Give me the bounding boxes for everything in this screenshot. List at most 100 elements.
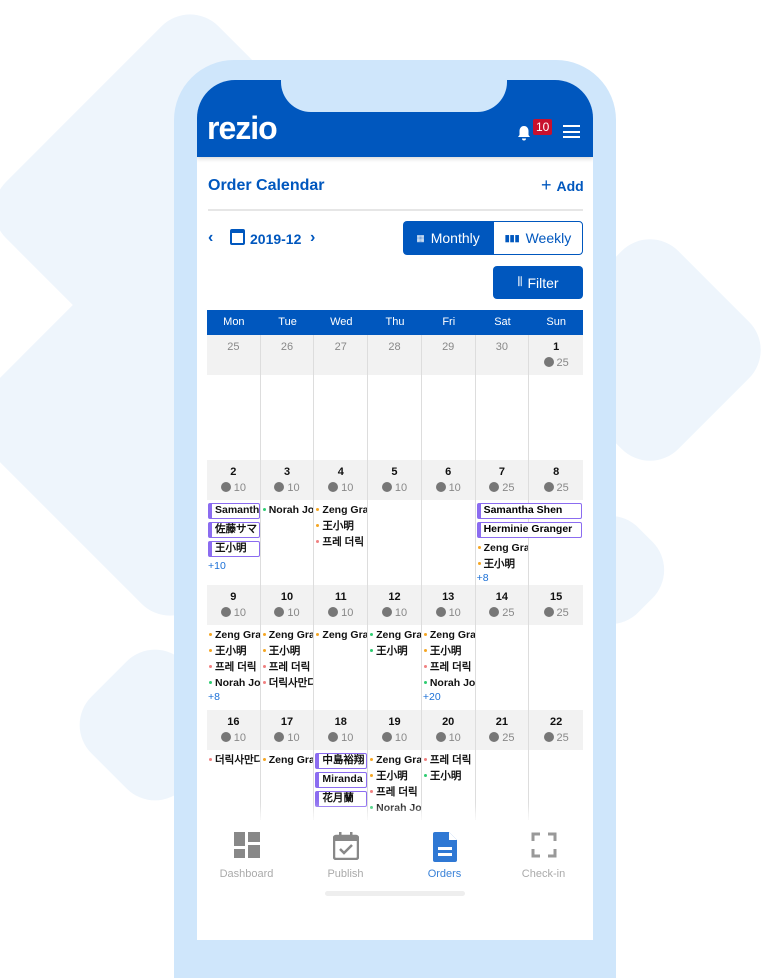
day-cell[interactable]: 15 25: [529, 585, 583, 710]
capacity-count: 10: [448, 607, 461, 619]
event-item[interactable]: 王小明: [423, 768, 475, 784]
multi-day-event[interactable]: Herminie Granger: [476, 522, 582, 538]
day-cell[interactable]: 3 10 Norah Jo: [261, 460, 315, 585]
event-item[interactable]: 王小明: [477, 556, 529, 572]
day-cell[interactable]: 28: [368, 335, 422, 460]
day-cell[interactable]: 12 10 Zeng Gra 王小明: [368, 585, 422, 710]
event-item[interactable]: 프레 더릭: [369, 784, 421, 800]
event-item[interactable]: 프레 더릭: [423, 752, 475, 768]
day-cell[interactable]: 27: [314, 335, 369, 460]
day-cell[interactable]: 29: [422, 335, 476, 460]
next-month-button[interactable]: ›: [310, 229, 315, 247]
day-cell[interactable]: 6 10: [422, 460, 476, 585]
day-cell[interactable]: 19 10 Zeng Gra 王小明 프레 더릭 Norah Jo: [368, 710, 422, 835]
capacity: 10: [422, 482, 475, 494]
nav-item-check-in[interactable]: Check-in: [494, 832, 593, 880]
event-item[interactable]: Zeng Gra: [208, 627, 260, 643]
hamburger-menu-icon[interactable]: [563, 125, 580, 138]
event-item[interactable]: Zeng Gra: [315, 502, 367, 518]
event-item[interactable]: Zeng Gra: [369, 752, 421, 768]
day-cell[interactable]: 1 25: [529, 335, 583, 460]
event-item[interactable]: Zeng Gra: [477, 540, 528, 556]
status-dot: [209, 648, 212, 652]
event-item[interactable]: Norah Jo: [369, 800, 421, 816]
day-number: 25: [227, 341, 240, 353]
capacity-count: 10: [233, 607, 246, 619]
event-item[interactable]: 王小明: [208, 643, 260, 659]
event-item[interactable]: 프레 더릭: [423, 659, 475, 675]
event-block[interactable]: Samanth: [208, 503, 260, 519]
event-item[interactable]: 王小明: [369, 643, 421, 659]
prev-month-button[interactable]: ‹: [208, 229, 213, 247]
event-item[interactable]: 王小明: [423, 643, 475, 659]
event-item[interactable]: 더릭사만다: [208, 752, 260, 768]
capacity-count: 25: [502, 482, 515, 494]
event-block[interactable]: 花月蘭: [315, 791, 368, 807]
bell-icon[interactable]: [515, 124, 533, 142]
day-cell[interactable]: 20 10 프레 더릭 王小明: [422, 710, 476, 835]
more-events-link[interactable]: +10: [208, 560, 260, 572]
event-item[interactable]: Norah Jo: [423, 675, 475, 691]
day-cell[interactable]: 13 10 Zeng Gra 王小明 프레 더릭 Norah Jo +20: [422, 585, 476, 710]
event-item[interactable]: Zeng Gra: [369, 627, 421, 643]
multi-day-event[interactable]: Samantha Shen: [476, 503, 582, 519]
user-icon: [381, 607, 392, 617]
day-cell[interactable]: 5 10: [368, 460, 422, 585]
event-item[interactable]: Norah Jo: [262, 502, 313, 518]
day-cell[interactable]: 2 10 Samanth 佐藤サマ 王小明 +10: [207, 460, 261, 585]
day-cell[interactable]: 21 25: [476, 710, 530, 835]
event-block[interactable]: 佐藤サマ: [208, 522, 260, 538]
more-events-link[interactable]: +20: [423, 691, 475, 703]
day-number: 26: [280, 341, 294, 353]
day-cell[interactable]: 25: [207, 335, 261, 460]
capacity-count: 25: [556, 357, 569, 369]
event-item[interactable]: 프레 더릭: [262, 659, 314, 675]
current-month[interactable]: 2019-12: [250, 231, 301, 247]
event-item[interactable]: 王小明: [315, 518, 367, 534]
event-item[interactable]: 王小明: [262, 643, 314, 659]
day-number: 30: [495, 341, 509, 353]
event-item[interactable]: Norah Jo: [208, 675, 260, 691]
day-cell[interactable]: 9 10 Zeng Gra 王小明 프레 더릭 Norah Jo +8: [207, 585, 261, 710]
nav-item-orders[interactable]: Orders: [395, 832, 494, 880]
day-cell[interactable]: 18 10 中島裕翔 Miranda 花月蘭: [314, 710, 369, 835]
add-button[interactable]: + Add: [541, 175, 584, 196]
day-cell[interactable]: 26: [261, 335, 315, 460]
status-dot: [209, 757, 212, 761]
day-cell[interactable]: 14 25: [476, 585, 530, 710]
weekly-view-button[interactable]: ▮▮▮ Weekly: [493, 221, 583, 255]
calendar-week: 2 10 Samanth 佐藤サマ 王小明 +10 3 10 Norah Jo 4 10 Zeng G…: [207, 460, 583, 585]
app-screen: rezio 10 Order Calendar + Add ‹ 2019-12 …: [197, 80, 593, 940]
event-item[interactable]: Zeng Gra: [262, 627, 313, 643]
event-item[interactable]: 王小明: [369, 768, 421, 784]
day-cell[interactable]: 22 25: [529, 710, 583, 835]
nav-item-publish[interactable]: Publish: [296, 832, 395, 880]
day-cell[interactable]: 30: [476, 335, 530, 460]
event-item[interactable]: Zeng Gra: [315, 627, 367, 643]
more-events-link[interactable]: +8: [477, 572, 529, 584]
nav-item-dashboard[interactable]: Dashboard: [197, 832, 296, 880]
day-cell[interactable]: 10 10 Zeng Gra 王小明 프레 더릭 더릭사만다: [261, 585, 315, 710]
day-cell[interactable]: 11 10 Zeng Gra: [314, 585, 369, 710]
event-name: 프레 더릭: [429, 754, 472, 766]
day-cell[interactable]: 4 10 Zeng Gra 王小明 프레 더릭: [314, 460, 369, 585]
event-item[interactable]: 더릭사만다: [262, 675, 313, 691]
event-item[interactable]: 프레 더릭: [315, 534, 367, 550]
day-cell[interactable]: 16 10 더릭사만다: [207, 710, 261, 835]
event-item[interactable]: Zeng Gra: [262, 752, 313, 768]
more-events-link[interactable]: +8: [208, 691, 260, 703]
event-block[interactable]: 王小明: [208, 541, 260, 557]
event-name: 王小明: [215, 645, 247, 657]
calendar-week: 9 10 Zeng Gra 王小明 프레 더릭 Norah Jo +8 10 10 Zeng Gr…: [207, 585, 583, 710]
filter-button[interactable]: ⫼ Filter: [493, 266, 583, 299]
event-item[interactable]: Zeng Gra: [423, 627, 475, 643]
event-name: Zeng Gra: [376, 629, 421, 641]
event-block[interactable]: 中島裕翔: [315, 753, 368, 769]
day-cell[interactable]: 17 10 Zeng Gra: [261, 710, 315, 835]
event-block[interactable]: Miranda: [315, 772, 368, 788]
monthly-view-button[interactable]: ▦ Monthly: [403, 221, 493, 255]
event-name: Zeng Gra: [322, 629, 368, 641]
calendar-week: 25 26 27 28 29 30 1 25: [207, 335, 583, 460]
event-item[interactable]: 프레 더릭: [208, 659, 260, 675]
capacity-count: 10: [394, 482, 408, 494]
